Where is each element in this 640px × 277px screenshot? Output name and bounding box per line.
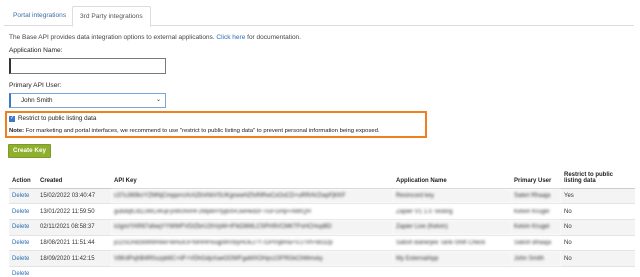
- table-row: Delete: [9, 266, 635, 277]
- table-row: Delete 15/02/2022 03:40:47 c37xJi69lcrYZ…: [9, 188, 635, 205]
- primary-user-cell: Satish Bhaaja: [511, 235, 561, 252]
- primary-user-cell: Sateri Rhaaja: [511, 188, 561, 205]
- created-cell: 18/09/2020 11:42:15: [37, 250, 111, 267]
- chevron-down-icon: ⌄: [155, 97, 161, 103]
- primary-api-user-label: Primary API User:: [9, 82, 62, 89]
- column-header-action: Action: [9, 166, 37, 189]
- note-text: For marketing and portal interfaces, we …: [25, 128, 380, 134]
- column-header-restrict: Restrict to public listing data: [561, 166, 635, 189]
- delete-link[interactable]: Delete: [9, 266, 37, 277]
- note-prefix: Note:: [9, 128, 25, 134]
- created-cell: 18/08/2021 11:51:44: [37, 235, 111, 252]
- application-name-label: Application Name:: [9, 47, 63, 54]
- restrict-cell: No: [561, 203, 635, 220]
- created-cell: 15/02/2022 03:40:47: [37, 188, 111, 205]
- table-header-row: Action Created API Key Application Name …: [9, 166, 635, 189]
- column-header-api-key: API Key: [111, 166, 393, 189]
- tab-3rd-party-integrations[interactable]: 3rd Party integrations: [72, 6, 151, 27]
- delete-link[interactable]: Delete: [9, 219, 37, 236]
- table-row: Delete 02/11/2021 08:58:37 icIgm/YAR67af…: [9, 219, 635, 236]
- application-name-input[interactable]: [9, 58, 166, 74]
- delete-link[interactable]: Delete: [9, 250, 37, 267]
- column-header-application-name: Application Name: [393, 166, 511, 189]
- intro-suffix: for documentation.: [247, 34, 301, 41]
- created-cell: 02/11/2021 08:58:37: [37, 219, 111, 236]
- column-header-created: Created: [37, 166, 111, 189]
- tab-portal-integrations[interactable]: Portal integrations: [6, 6, 73, 26]
- restrict-cell: [561, 266, 635, 277]
- documentation-link[interactable]: Click here: [216, 34, 245, 41]
- application-name-cell: Zapier Live (Kelvin): [393, 219, 511, 236]
- primary-api-user-value: John Smith: [21, 97, 53, 104]
- application-name-cell: My ExternalApp: [393, 250, 511, 267]
- primary-user-cell: Kelvin Krugel: [511, 219, 561, 236]
- restrict-cell: Yes: [561, 188, 635, 205]
- api-key-cell: V8K4PxjhB4R0uzpb6C+iIF+VDhGdpXaeOOWFgaMX…: [111, 250, 393, 267]
- api-keys-table: Action Created API Key Application Name …: [9, 166, 635, 277]
- api-key-cell: gubdqfLfd2JWLnKqFjnWchnHF2Mp6HYpjbXRJwHe…: [111, 203, 393, 220]
- application-name-cell: [393, 266, 511, 277]
- table-row: Delete 18/09/2020 11:42:15 V8K4PxjhB4R0u…: [9, 250, 635, 267]
- create-key-button[interactable]: Create Key: [8, 144, 51, 158]
- application-name-cell: Satish Banerjee Tarik-Shift Check: [393, 235, 511, 252]
- created-cell: [37, 266, 111, 277]
- restrict-cell: No: [561, 219, 635, 236]
- restrict-cell: No: [561, 235, 635, 252]
- restrict-checkbox-label[interactable]: Restrict to public listing data: [18, 115, 96, 122]
- column-header-primary-user: Primary User: [511, 166, 561, 189]
- delete-link[interactable]: Delete: [9, 203, 37, 220]
- table-row: Delete 13/01/2022 11:59:50 gubdqfLfd2JWL…: [9, 203, 635, 220]
- privacy-note: Note: For marketing and portal interface…: [9, 128, 380, 134]
- primary-api-user-select[interactable]: John Smith ⌄: [9, 93, 166, 108]
- primary-user-cell: John Smith: [511, 250, 561, 267]
- table-row: Delete 18/08/2021 11:51:44 p1zSOn8zkMWRk…: [9, 235, 635, 252]
- delete-link[interactable]: Delete: [9, 188, 37, 205]
- restrict-checkbox[interactable]: [9, 115, 15, 122]
- application-name-cell: Zapier V1 1.0 Testing: [393, 203, 511, 220]
- api-key-cell: [111, 266, 393, 277]
- restrict-cell: No: [561, 250, 635, 267]
- api-key-cell: icIgm/YAR67afwqYYWWFVDIZbrU2hVpM+IFIkD8M…: [111, 219, 393, 236]
- primary-user-cell: [511, 266, 561, 277]
- intro-text: The Base API provides data integration o…: [9, 34, 301, 41]
- api-key-cell: p1zSOn8zkMWRkkFfeHuIUFNIHHPiisqpWVByHUkJ…: [111, 235, 393, 252]
- api-key-cell: c37xJi69lcrYZMNjCmpprrsXrAZbVAbVSUKgrwwH…: [111, 188, 393, 205]
- tab-bar: Portal integrations 3rd Party integratio…: [4, 6, 634, 27]
- intro-description: The Base API provides data integration o…: [9, 34, 215, 41]
- delete-link[interactable]: Delete: [9, 235, 37, 252]
- primary-user-cell: Kelvin Krugel: [511, 203, 561, 220]
- created-cell: 13/01/2022 11:59:50: [37, 203, 111, 220]
- application-name-cell: Resincord key: [393, 188, 511, 205]
